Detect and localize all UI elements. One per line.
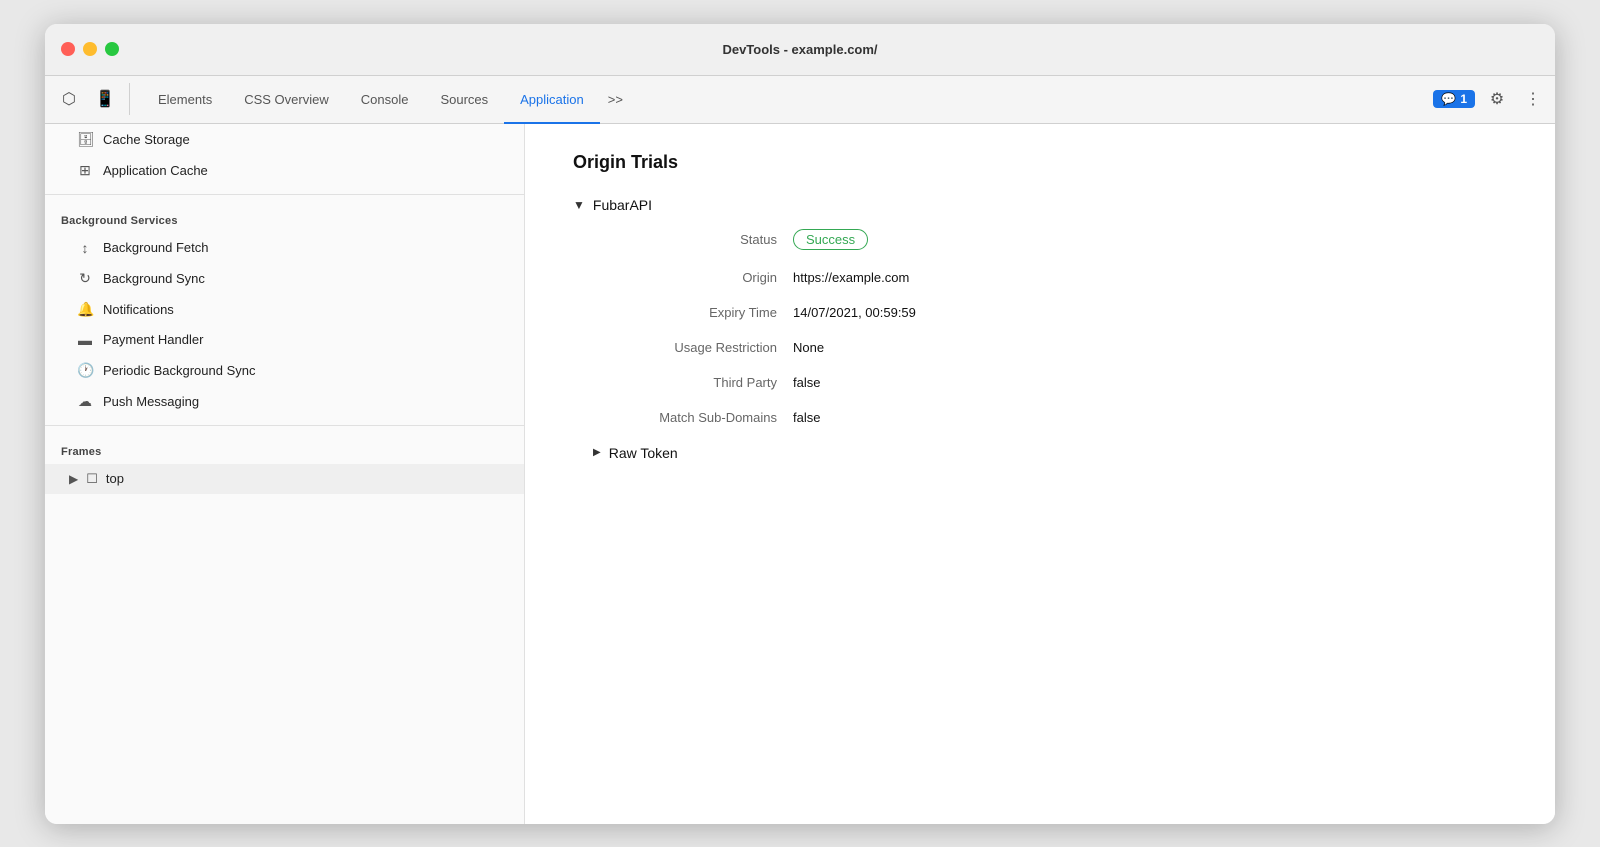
api-section: ▼ FubarAPI Status Success Origin htt bbox=[573, 197, 1507, 461]
raw-token-label: Raw Token bbox=[609, 445, 678, 461]
database-icon: 🗄 bbox=[77, 131, 93, 148]
tab-list: Elements CSS Overview Console Sources Ap… bbox=[142, 76, 1429, 123]
device-icon: 📱 bbox=[95, 89, 115, 109]
detail-table: Status Success Origin https://example.co… bbox=[593, 229, 1507, 425]
sidebar-item-notifications[interactable]: 🔔 Notifications bbox=[45, 294, 524, 325]
origin-label: Origin bbox=[593, 270, 793, 285]
match-subdomains-label: Match Sub-Domains bbox=[593, 410, 793, 425]
grid-icon: ⊞ bbox=[77, 162, 93, 179]
devtools-window: DevTools - example.com/ ⬡ 📱 Elements CSS… bbox=[45, 24, 1555, 824]
raw-token-row[interactable]: ▶ Raw Token bbox=[593, 445, 1507, 461]
tab-console[interactable]: Console bbox=[345, 77, 425, 124]
sidebar-item-periodic-background-sync[interactable]: 🕐 Periodic Background Sync bbox=[45, 355, 524, 386]
triangle-right-icon: ▶ bbox=[69, 472, 78, 486]
sidebar-item-cache-storage[interactable]: 🗄 Cache Storage bbox=[45, 124, 524, 155]
clock-icon: 🕐 bbox=[77, 362, 93, 379]
more-menu-button[interactable]: ⋮ bbox=[1519, 85, 1547, 113]
expiry-value: 14/07/2021, 00:59:59 bbox=[793, 305, 1507, 320]
sidebar-item-background-fetch[interactable]: ↕ Background Fetch bbox=[45, 233, 524, 263]
panel-title: Origin Trials bbox=[573, 152, 1507, 173]
sidebar-item-top[interactable]: ▶ ☐ top bbox=[45, 464, 524, 494]
traffic-lights bbox=[61, 42, 119, 56]
divider-2 bbox=[45, 425, 524, 426]
sidebar-item-background-sync[interactable]: ↻ Background Sync bbox=[45, 263, 524, 294]
sidebar-item-push-messaging[interactable]: ☁ Push Messaging bbox=[45, 386, 524, 417]
raw-token-chevron: ▶ bbox=[593, 447, 601, 458]
titlebar: DevTools - example.com/ bbox=[45, 24, 1555, 76]
close-button[interactable] bbox=[61, 42, 75, 56]
tab-more-button[interactable]: >> bbox=[600, 76, 631, 123]
frames-section-label: Frames bbox=[45, 434, 524, 464]
gear-button[interactable]: ⚙ bbox=[1483, 85, 1511, 113]
main-area: 🗄 Cache Storage ⊞ Application Cache Back… bbox=[45, 124, 1555, 824]
divider-1 bbox=[45, 194, 524, 195]
origin-value: https://example.com bbox=[793, 270, 1507, 285]
usage-restriction-value: None bbox=[793, 340, 1507, 355]
tab-sources[interactable]: Sources bbox=[424, 77, 504, 124]
status-badge: Success bbox=[793, 229, 868, 250]
third-party-value: false bbox=[793, 375, 1507, 390]
status-value: Success bbox=[793, 229, 1507, 250]
frame-box-icon: ☐ bbox=[86, 471, 98, 487]
tab-application[interactable]: Application bbox=[504, 77, 600, 124]
minimize-button[interactable] bbox=[83, 42, 97, 56]
sidebar-item-payment-handler[interactable]: ▬ Payment Handler bbox=[45, 325, 524, 355]
api-name-row[interactable]: ▼ FubarAPI bbox=[573, 197, 1507, 213]
toolbar: ⬡ 📱 Elements CSS Overview Console Source… bbox=[45, 76, 1555, 124]
third-party-label: Third Party bbox=[593, 375, 793, 390]
sidebar-item-application-cache[interactable]: ⊞ Application Cache bbox=[45, 155, 524, 186]
tab-elements[interactable]: Elements bbox=[142, 77, 228, 124]
more-icon: ⋮ bbox=[1525, 89, 1541, 109]
expiry-label: Expiry Time bbox=[593, 305, 793, 320]
background-services-label: Background Services bbox=[45, 203, 524, 233]
device-toggle-button[interactable]: 📱 bbox=[89, 83, 121, 115]
tab-css-overview[interactable]: CSS Overview bbox=[228, 77, 345, 124]
card-icon: ▬ bbox=[77, 332, 93, 348]
chat-badge[interactable]: 💬 1 bbox=[1433, 90, 1475, 108]
match-subdomains-value: false bbox=[793, 410, 1507, 425]
cursor-icon-button[interactable]: ⬡ bbox=[53, 83, 85, 115]
status-label: Status bbox=[593, 229, 793, 250]
sync-icon: ↻ bbox=[77, 270, 93, 287]
usage-restriction-label: Usage Restriction bbox=[593, 340, 793, 355]
toolbar-icon-group: ⬡ 📱 bbox=[53, 83, 130, 115]
toolbar-right: 💬 1 ⚙ ⋮ bbox=[1433, 85, 1547, 113]
window-title: DevTools - example.com/ bbox=[722, 42, 877, 57]
maximize-button[interactable] bbox=[105, 42, 119, 56]
chat-icon: 💬 bbox=[1441, 92, 1456, 106]
gear-icon: ⚙ bbox=[1490, 89, 1504, 109]
sidebar: 🗄 Cache Storage ⊞ Application Cache Back… bbox=[45, 124, 525, 824]
arrows-updown-icon: ↕ bbox=[77, 240, 93, 256]
bell-icon: 🔔 bbox=[77, 301, 93, 318]
api-chevron: ▼ bbox=[573, 198, 585, 212]
api-name: FubarAPI bbox=[593, 197, 652, 213]
cursor-icon: ⬡ bbox=[62, 89, 76, 109]
cloud-icon: ☁ bbox=[77, 393, 93, 410]
main-panel: Origin Trials ▼ FubarAPI Status Success bbox=[525, 124, 1555, 824]
